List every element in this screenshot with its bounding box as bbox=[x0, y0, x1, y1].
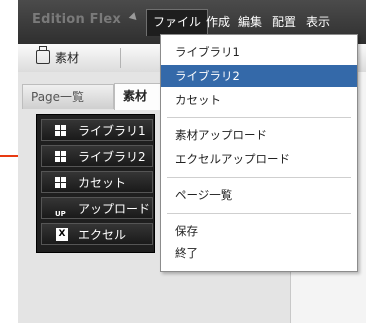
upload-icon: UP bbox=[55, 210, 66, 218]
grid-icon bbox=[55, 177, 66, 188]
toolbar-divider bbox=[120, 48, 121, 68]
tab-page-list[interactable]: Page一覧 bbox=[22, 84, 114, 109]
excel-icon: X bbox=[56, 228, 68, 241]
menu-separator bbox=[167, 177, 351, 178]
panel-item-label: アップロード bbox=[78, 202, 151, 216]
panel-item-label: ライブラリ1 bbox=[78, 124, 146, 138]
file-menu-item-label: カセット bbox=[175, 93, 221, 107]
material-panel: ライブラリ1 ライブラリ2 カセット UP アップロード X エクセル bbox=[36, 114, 155, 253]
file-menu-item-label: エクセルアップロード bbox=[175, 152, 290, 166]
menu-edit[interactable]: 編集 bbox=[232, 10, 268, 34]
file-menu-item-label: 終了 bbox=[175, 246, 198, 260]
file-menu-item-save[interactable]: 保存 bbox=[161, 220, 357, 242]
file-menu-item-material-upload[interactable]: 素材アップロード bbox=[161, 124, 357, 146]
file-menu-item-excel-upload[interactable]: エクセルアップロード bbox=[161, 148, 357, 170]
brand-dropdown-icon[interactable] bbox=[128, 12, 140, 23]
material-icon bbox=[36, 46, 50, 64]
file-menu-dropdown: ライブラリ1 ライブラリ2 カセット 素材アップロード エクセルアップロード ペ… bbox=[160, 34, 358, 272]
menu-create[interactable]: 作成 bbox=[200, 10, 236, 34]
panel-item-label: カセット bbox=[78, 176, 127, 190]
file-menu-item-library1[interactable]: ライブラリ1 bbox=[161, 41, 357, 63]
file-menu-item-label: ライブラリ1 bbox=[175, 45, 240, 59]
menu-layout[interactable]: 配置 bbox=[266, 10, 302, 34]
menu-separator bbox=[167, 213, 351, 214]
menu-separator bbox=[167, 117, 351, 118]
panel-item-upload[interactable]: UP アップロード bbox=[41, 197, 153, 219]
tab-material[interactable]: 素材 bbox=[114, 83, 162, 110]
file-menu-item-page-list[interactable]: ページ一覧 bbox=[161, 184, 357, 206]
file-menu-item-label: ライブラリ2 bbox=[175, 69, 240, 83]
grid-icon bbox=[55, 151, 66, 162]
file-menu-item-cassette[interactable]: カセット bbox=[161, 89, 357, 111]
panel-item-excel[interactable]: X エクセル bbox=[41, 223, 153, 245]
grid-icon bbox=[55, 125, 66, 136]
panel-item-library1[interactable]: ライブラリ1 bbox=[41, 119, 153, 141]
panel-item-label: ライブラリ2 bbox=[78, 150, 146, 164]
file-menu-item-label: ページ一覧 bbox=[175, 188, 233, 202]
menu-view[interactable]: 表示 bbox=[300, 10, 336, 34]
file-menu-item-label: 保存 bbox=[175, 224, 198, 238]
panel-item-cassette[interactable]: カセット bbox=[41, 171, 153, 193]
app-window: Edition Flex ファイル 作成 編集 配置 表示 素材 Page一覧 … bbox=[18, 0, 366, 323]
material-button-label: 素材 bbox=[55, 51, 80, 65]
material-button[interactable]: 素材 bbox=[36, 46, 80, 66]
file-menu-item-library2[interactable]: ライブラリ2 bbox=[161, 65, 357, 87]
panel-item-library2[interactable]: ライブラリ2 bbox=[41, 145, 153, 167]
app-brand: Edition Flex bbox=[32, 12, 121, 27]
file-menu-item-exit[interactable]: 終了 bbox=[161, 242, 357, 264]
file-menu-item-label: 素材アップロード bbox=[175, 128, 267, 142]
menu-file[interactable]: ファイル bbox=[146, 9, 209, 36]
panel-item-label: エクセル bbox=[78, 228, 127, 242]
